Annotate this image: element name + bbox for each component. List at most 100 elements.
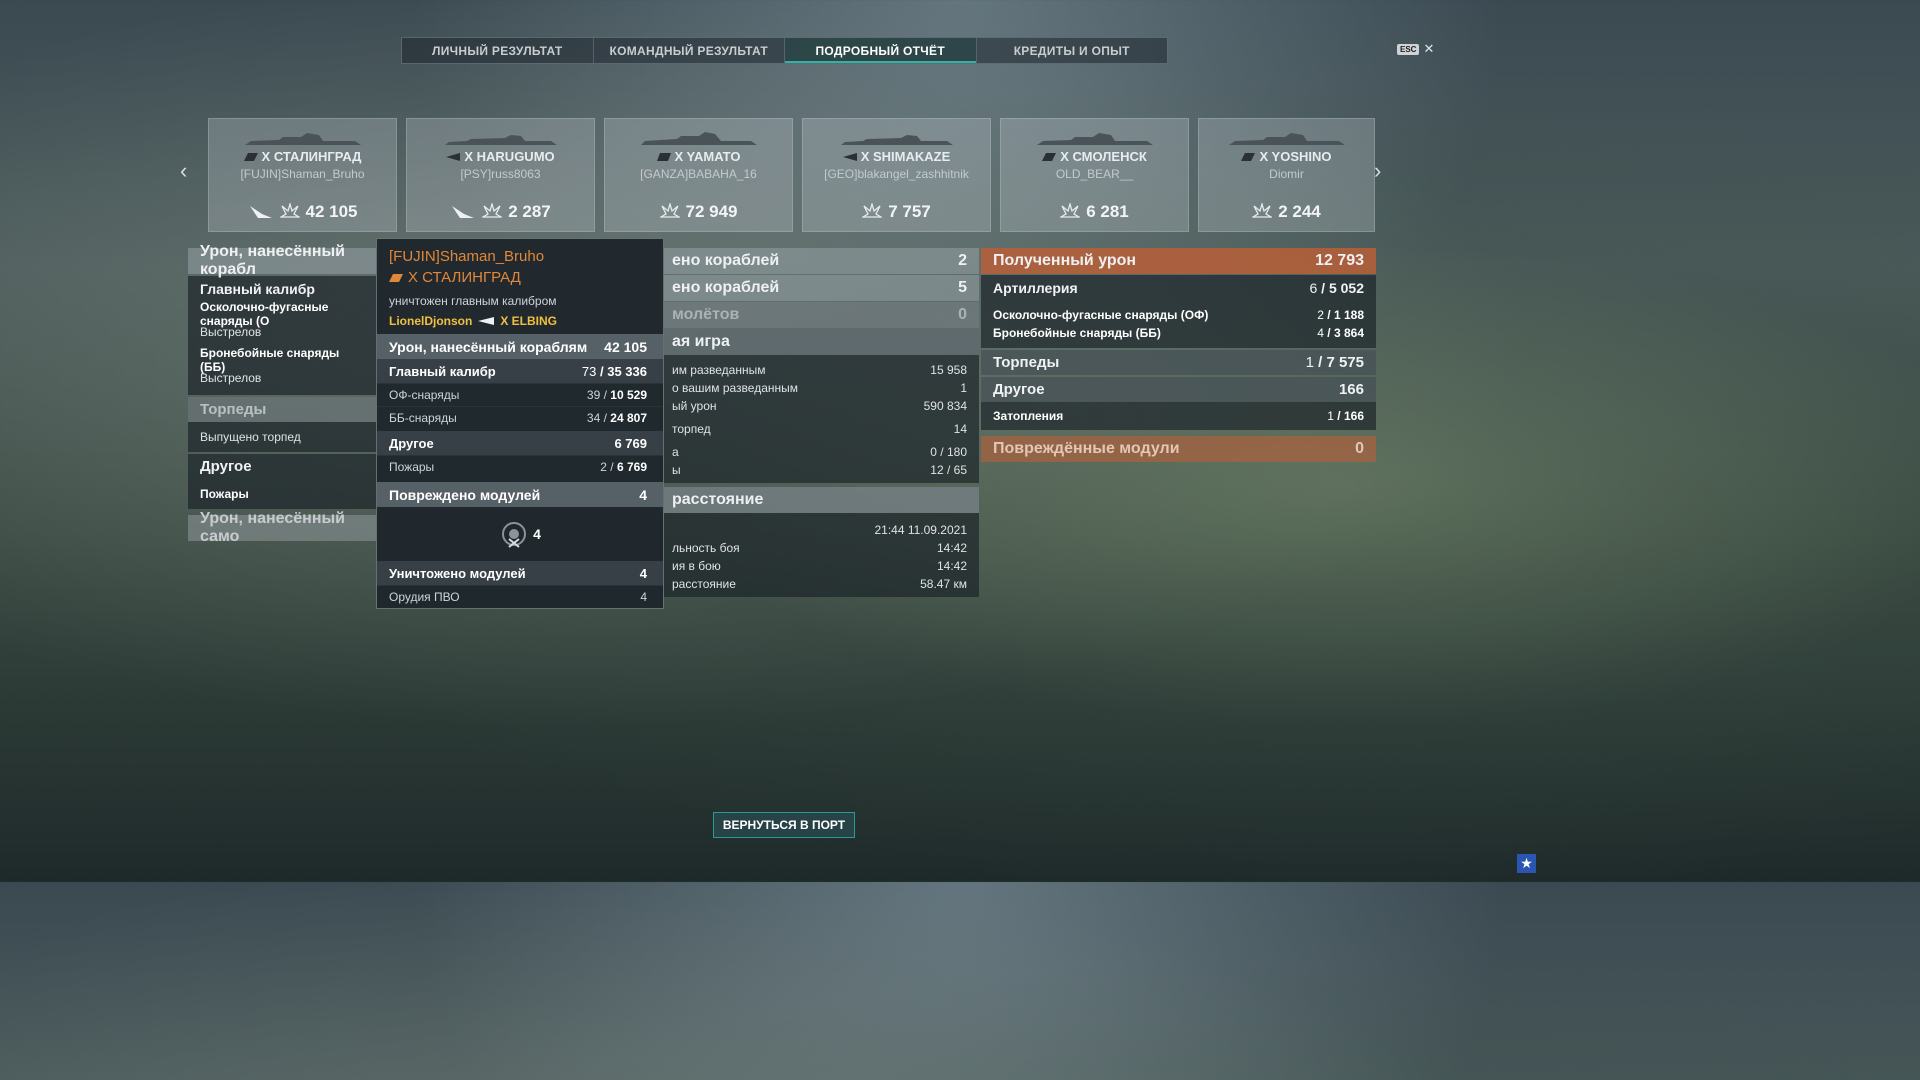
- player-name: [GEO]blakangel_zashhitnik: [824, 167, 969, 181]
- tooltip-row: ОФ-снаряды 39 / 10 529: [377, 383, 663, 406]
- prev-arrow-icon[interactable]: ‹: [180, 158, 187, 184]
- tab-credits-exp[interactable]: КРЕДИТЫ И ОПЫТ: [977, 38, 1168, 63]
- battle-stats-panel: ено кораблей 2 ено кораблей 5 молётов 0 ая …: [660, 248, 979, 597]
- tab-personal-result[interactable]: ЛИЧНЫЙ РЕЗУЛЬТАТ: [402, 38, 594, 63]
- ship-silhouette-icon: [1036, 133, 1153, 145]
- distance-block: 21:44 11.09.2021 льность боя 14:42 ия в б…: [660, 513, 979, 597]
- player-name: OLD_BEAR__: [1055, 167, 1134, 181]
- damage-value: 6 281: [1086, 202, 1129, 221]
- damage-icon: [1060, 203, 1081, 218]
- back-to-port-button[interactable]: ВЕРНУТЬСЯ В ПОРТ: [713, 812, 855, 838]
- damage-value: 2 244: [1278, 202, 1321, 221]
- cruiser-class-icon: [243, 152, 258, 161]
- tooltip-ship-name: X СТАЛИНГРАД: [389, 269, 651, 286]
- team-play-block: им разведанным 15 958 о вашим разведанным…: [660, 355, 979, 483]
- damage-icon: [1252, 203, 1273, 218]
- damage-row: 72 949: [659, 202, 738, 222]
- result-tabs: ЛИЧНЫЙ РЕЗУЛЬТАТ КОМАНДНЫЙ РЕЗУЛЬТАТ ПОД…: [401, 37, 1168, 64]
- panel-header: Урон, нанесённый корабл: [188, 243, 378, 278]
- cruiser-class-icon: [389, 273, 403, 282]
- close-icon: ✕: [1423, 41, 1435, 56]
- aa-module-icon: [502, 522, 527, 548]
- sunk-ship-icon: [249, 206, 272, 218]
- ship-name: X HARUGUMO: [446, 149, 555, 164]
- stat-row: Бронебойные снаряды (ББ) 4 / 3 864: [993, 326, 1364, 340]
- module-icon-box: 4: [377, 507, 663, 561]
- tooltip-row: Орудия ПВО 4: [377, 585, 663, 608]
- damaged-modules-header: Повреждённые модули 0: [981, 436, 1376, 462]
- player-name: [FUJIN]Shaman_Bruho: [240, 167, 365, 181]
- ap-shells-label: Бронебойные снаряды (ББ): [200, 346, 340, 374]
- kill-reason: уничтожен главным калибром: [389, 294, 557, 308]
- tooltip-modules-destroyed: Уничтожено модулей 4: [377, 561, 663, 585]
- damage-value: 42 105: [305, 202, 358, 221]
- stat-row: расстояние 58.47 км: [672, 577, 967, 591]
- ship-card[interactable]: X YAMATO [GANZA]BABAHA_16 72 949: [604, 118, 793, 232]
- tooltip-other: Другое 6 769: [377, 431, 663, 455]
- distance-header: расстояние: [660, 487, 979, 513]
- player-tooltip: [FUJIN]Shaman_Bruho X СТАЛИНГРАД уничтож…: [376, 238, 664, 609]
- stat-row: ый урон 590 834: [672, 399, 967, 413]
- damage-received-panel: Полученный урон 12 793 Артиллерия 6 / 5 05…: [981, 248, 1376, 462]
- ship-cards: X СТАЛИНГРАД [FUJIN]Shaman_Bruho 42 105 …: [208, 118, 1375, 232]
- next-arrow-icon[interactable]: ›: [1374, 158, 1381, 184]
- ship-card[interactable]: X YOSHINO Diomir 2 244: [1198, 118, 1375, 232]
- torpedoes-block: Выпущено торпед: [188, 422, 378, 452]
- damage-dealt-panel: Урон, нанесённый корабл Главный калибр О…: [188, 243, 378, 545]
- flooding-block: Затопления 1 / 166: [981, 402, 1376, 430]
- player-name: [PSY]russ8063: [460, 167, 541, 181]
- tooltip-header: [FUJIN]Shaman_Bruho X СТАЛИНГРАД уничтож…: [377, 239, 663, 334]
- ship-card[interactable]: X SHIMAKAZE [GEO]blakangel_zashhitnik 7 …: [802, 118, 991, 232]
- ship-card[interactable]: X HARUGUMO [PSY]russ8063 2 287: [406, 118, 595, 232]
- cruiser-class-icon: [1241, 152, 1256, 161]
- player-name: [GANZA]BABAHA_16: [640, 167, 757, 181]
- other-header: Другое: [188, 454, 378, 479]
- battle-datetime: 21:44 11.09.2021: [874, 523, 967, 537]
- battleship-class-icon: [656, 152, 671, 161]
- stat-row: ы 12 / 65: [672, 463, 967, 477]
- star-icon[interactable]: ★: [1517, 854, 1536, 873]
- damage-row: 6 281: [1060, 202, 1129, 222]
- ship-name: X SHIMAKAZE: [842, 149, 950, 164]
- artillery-header: Артиллерия 6 / 5 052: [981, 275, 1376, 300]
- damage-icon: [862, 203, 883, 218]
- he-shells-label: Осколочно-фугасные снаряды (О: [200, 300, 329, 328]
- damage-icon: [279, 203, 300, 218]
- damage-value: 7 757: [888, 202, 931, 221]
- received-damage-header: Полученный урон 12 793: [981, 248, 1376, 274]
- damage-icon: [482, 203, 503, 218]
- artillery-block: Осколочно-фугасные снаряды (ОФ) 2 / 1 188…: [981, 300, 1376, 348]
- self-damage-header: Урон, нанесённый само: [188, 510, 378, 545]
- damage-icon: [659, 203, 680, 218]
- tab-team-result[interactable]: КОМАНДНЫЙ РЕЗУЛЬТАТ: [594, 38, 785, 63]
- tooltip-row: Пожары 2 / 6 769: [377, 455, 663, 478]
- fires-block: Пожары: [188, 479, 378, 509]
- stat-row: ия в бою 14:42: [672, 559, 967, 573]
- damage-value: 2 287: [508, 202, 551, 221]
- stat-row: им разведанным 15 958: [672, 363, 967, 377]
- destroyer-class-icon: [446, 152, 461, 161]
- ship-card[interactable]: X СМОЛЕНСК OLD_BEAR__ 6 281: [1000, 118, 1189, 232]
- stat-row: о вашим разведанным 1: [672, 381, 967, 395]
- damage-row: 2 287: [450, 202, 551, 222]
- killer-info: LionelDjonson X ELBING: [389, 314, 557, 328]
- tooltip-player-name: [FUJIN]Shaman_Bruho: [389, 248, 545, 265]
- cruiser-class-icon: [1042, 152, 1057, 161]
- tab-detailed-report[interactable]: ПОДРОБНЫЙ ОТЧЁТ: [785, 38, 977, 63]
- ship-name: X YOSHINO: [1241, 149, 1332, 164]
- ship-silhouette-icon: [1228, 133, 1345, 145]
- main-caliber-header: Главный калибр: [188, 276, 378, 301]
- other-header: Другое 166: [981, 377, 1376, 402]
- torpedoes-header: Торпеды 1 / 7 575: [981, 350, 1376, 375]
- ship-name: X YAMATO: [656, 149, 740, 164]
- ship-pointer-icon: [478, 317, 495, 325]
- stat-header: молётов 0: [660, 302, 979, 328]
- ship-card[interactable]: X СТАЛИНГРАД [FUJIN]Shaman_Bruho 42 105: [208, 118, 397, 232]
- damage-row: 2 244: [1252, 202, 1321, 222]
- shells-block: Осколочно-фугасные снаряды (О Выстрелов …: [188, 300, 378, 395]
- tooltip-main-caliber: Главный калибр 73 / 35 336: [377, 359, 663, 383]
- damage-row: 42 105: [248, 202, 358, 222]
- sunk-ship-icon: [452, 206, 475, 218]
- close-button[interactable]: ESC ✕: [1397, 41, 1434, 57]
- stat-header: ено кораблей 5: [660, 275, 979, 301]
